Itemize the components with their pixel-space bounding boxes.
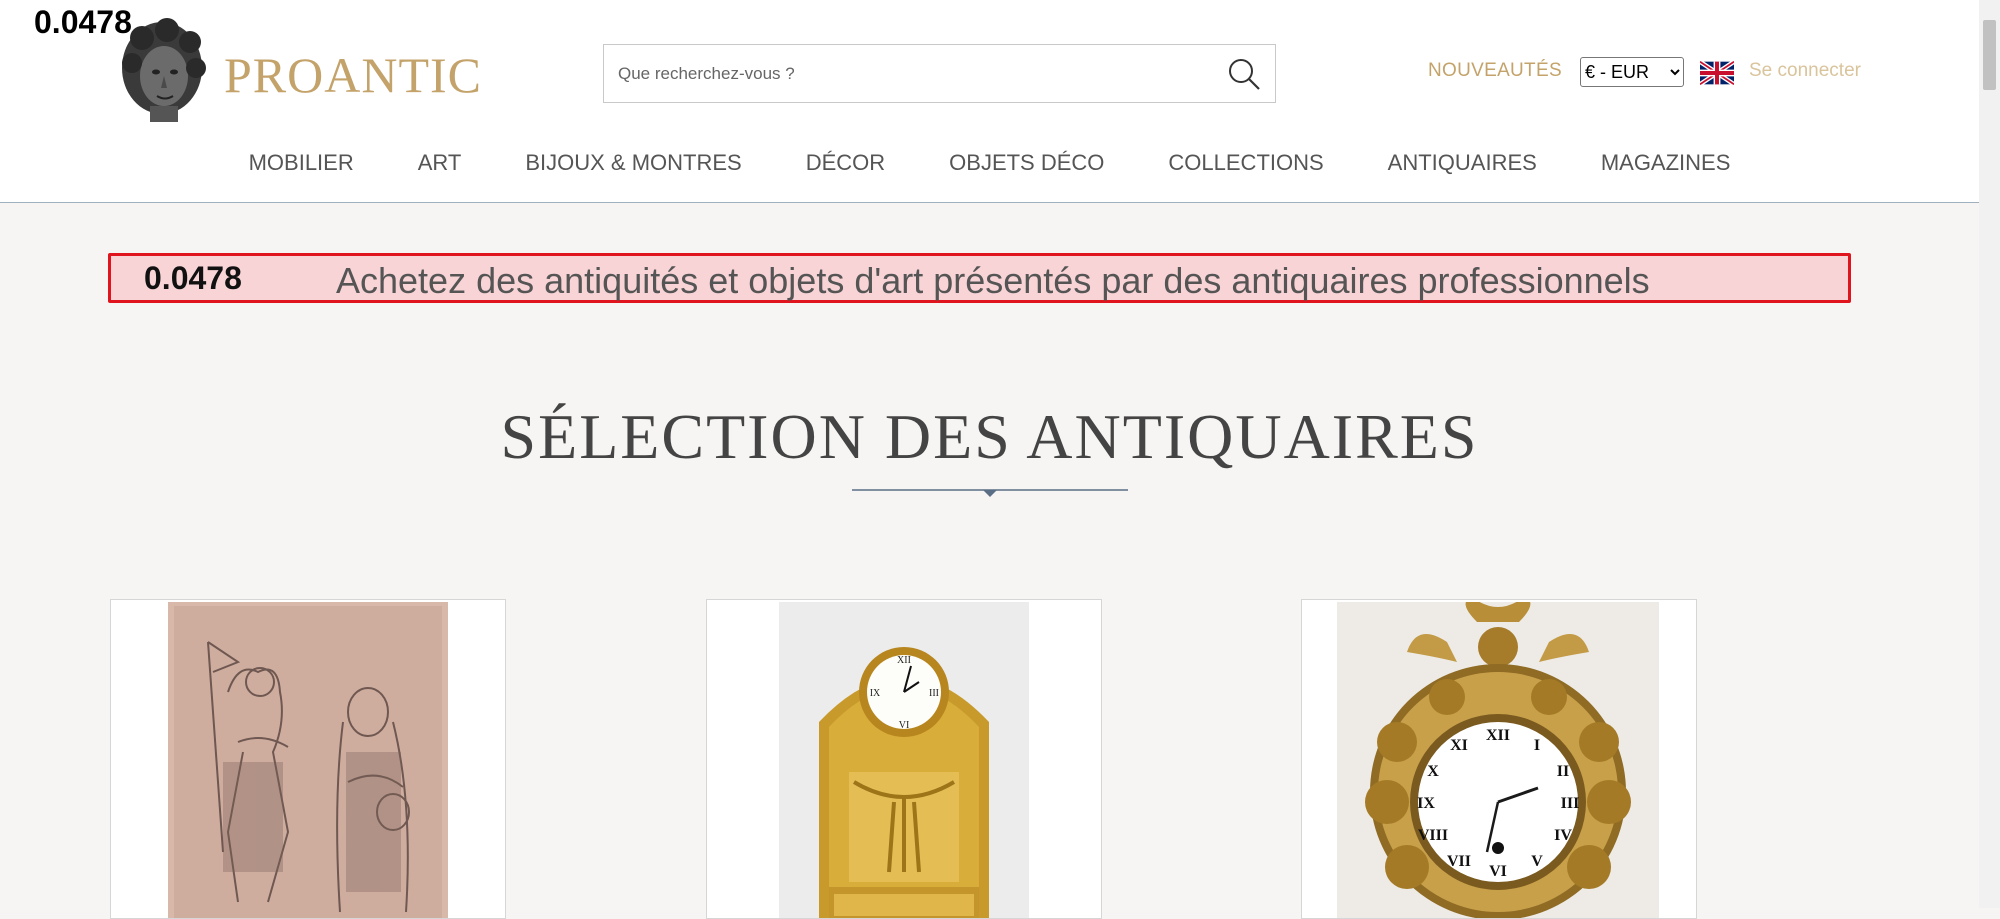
svg-text:XII: XII (897, 655, 911, 666)
title-divider (852, 489, 1128, 497)
nav-item-bijoux-montres[interactable]: BIJOUX & MONTRES (493, 146, 773, 182)
svg-text:VIII: VIII (1418, 827, 1448, 844)
product-card[interactable]: XII III VI IX (706, 599, 1102, 919)
search-icon[interactable] (1227, 57, 1261, 91)
svg-text:XI: XI (1450, 737, 1468, 754)
product-image-mantel-clock[interactable]: XII III VI IX (779, 602, 1029, 919)
svg-text:VII: VII (1447, 853, 1471, 870)
product-card[interactable]: XII I II III IV V VI VII VIII IX X XI (1301, 599, 1697, 919)
nav-item-antiquaires[interactable]: ANTIQUAIRES (1356, 146, 1569, 182)
svg-text:I: I (1534, 737, 1540, 754)
nav-item-objets-deco[interactable]: OBJETS DÉCO (917, 146, 1136, 182)
banner-tagline: Achetez des antiquités et objets d'art p… (336, 260, 1650, 301)
currency-select[interactable]: € - EUR (1580, 57, 1684, 87)
nav-item-decor[interactable]: DÉCOR (774, 146, 917, 182)
scrollbar-thumb[interactable] (1983, 20, 1996, 90)
product-card[interactable] (110, 599, 506, 919)
svg-text:XII: XII (1486, 727, 1510, 744)
nav-item-art[interactable]: ART (386, 146, 494, 182)
banner-score-label: 0.0478 (144, 260, 242, 296)
score-label: 0.0478 (34, 4, 132, 40)
main-nav: MOBILIER ART BIJOUX & MONTRES DÉCOR OBJE… (0, 146, 1979, 182)
product-image-cartel-clock[interactable]: XII I II III IV V VI VII VIII IX X XI (1337, 602, 1659, 919)
search-box (603, 44, 1276, 103)
nav-item-mobilier[interactable]: MOBILIER (217, 146, 386, 182)
svg-text:III: III (1561, 795, 1580, 812)
nav-item-collections[interactable]: COLLECTIONS (1136, 146, 1355, 182)
vertical-scrollbar[interactable] (1979, 0, 2000, 908)
svg-text:V: V (1531, 853, 1543, 870)
svg-text:VI: VI (1489, 863, 1507, 880)
nav-item-magazines[interactable]: MAGAZINES (1569, 146, 1763, 182)
svg-text:III: III (929, 688, 939, 699)
logo-wordmark[interactable]: PROANTIC (224, 46, 482, 104)
login-link[interactable]: Se connecter (1749, 60, 1861, 82)
uk-flag-icon[interactable] (1700, 61, 1734, 85)
site-header: 0.0478 PROANTIC NOUVEAUTÉS € - EUR Se co… (0, 0, 1979, 203)
section-title: SÉLECTION DES ANTIQUAIRES (500, 401, 1479, 472)
tagline-banner: 0.0478 Achetez des antiquités et objets … (108, 253, 1851, 303)
svg-text:IX: IX (1417, 795, 1435, 812)
svg-text:IV: IV (1554, 827, 1572, 844)
svg-text:II: II (1557, 763, 1569, 780)
svg-text:VI: VI (899, 720, 910, 731)
new-items-link[interactable]: NOUVEAUTÉS (1428, 60, 1562, 82)
search-input[interactable] (616, 45, 1196, 102)
svg-text:X: X (1427, 763, 1439, 780)
svg-text:IX: IX (870, 688, 881, 699)
product-image-drawing[interactable] (168, 602, 448, 919)
